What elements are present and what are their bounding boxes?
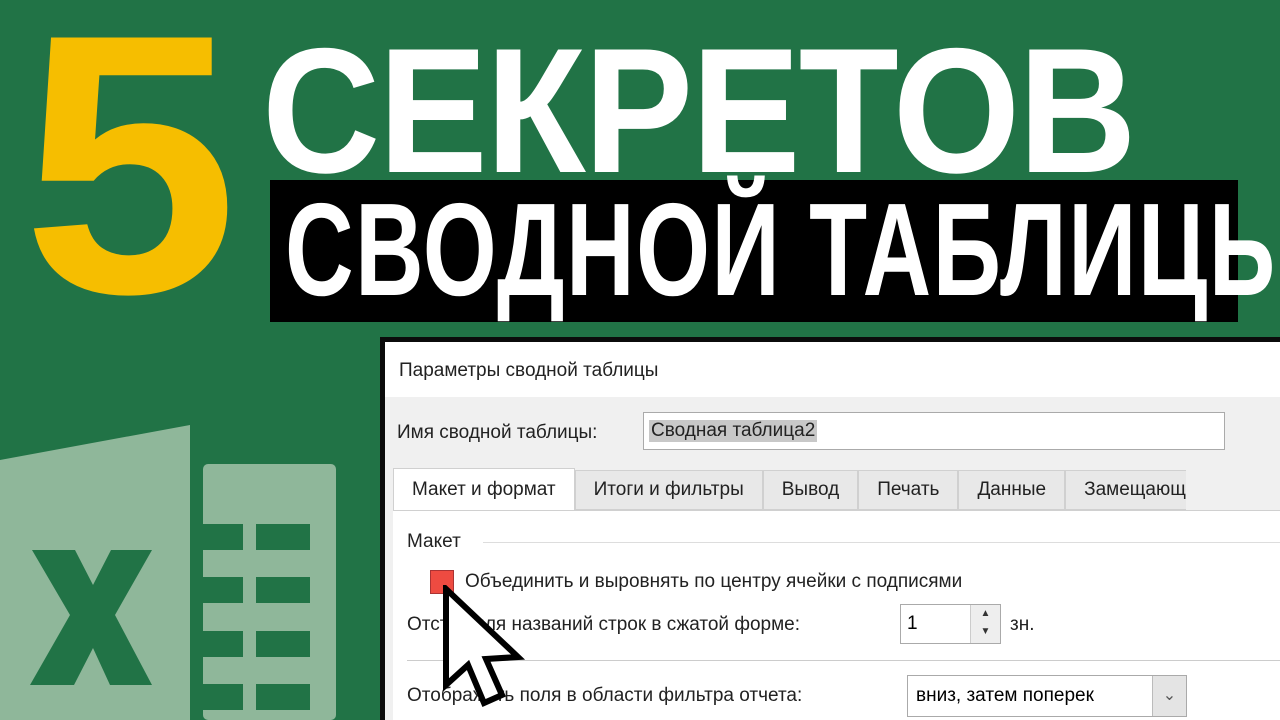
tab-layout-format[interactable]: Макет и формат (393, 468, 575, 512)
headline-line2: СВОДНОЙ ТАБЛИЦЫ (285, 176, 1280, 323)
indent-value: 1 (907, 613, 918, 634)
tab-alt-text[interactable]: Замещающ (1065, 470, 1186, 510)
headline-line1: СЕКРЕТОВ (262, 11, 1137, 210)
excel-logo-icon (0, 425, 336, 720)
spinner-arrows-icon[interactable]: ▲ ▼ (970, 605, 1000, 643)
mouse-cursor-icon (443, 585, 526, 707)
merge-checkbox-label: Объединить и выровнять по центру ячейки … (465, 571, 963, 592)
divider (407, 660, 1280, 661)
tab-bar: Макет и формат Итоги и фильтры Вывод Печ… (393, 468, 1186, 512)
tab-data[interactable]: Данные (958, 470, 1066, 510)
tab-totals-filters[interactable]: Итоги и фильтры (574, 470, 763, 510)
tab-printing[interactable]: Печать (858, 470, 959, 510)
pivot-name-input[interactable]: Сводная таблица2 (643, 412, 1225, 450)
indent-unit: зн. (1010, 614, 1035, 635)
group-divider (483, 542, 1280, 543)
indent-spinner[interactable]: 1 ▲ ▼ (900, 604, 1001, 644)
headline-number: 5 (22, 0, 239, 371)
filter-layout-value: вниз, затем поперек (916, 685, 1094, 706)
filter-layout-select[interactable]: вниз, затем поперек ⌄ (907, 675, 1187, 717)
name-label: Имя сводной таблицы: (397, 422, 598, 443)
group-label: Макет (407, 531, 461, 552)
chevron-down-icon[interactable]: ⌄ (1152, 676, 1186, 716)
tab-display[interactable]: Вывод (762, 470, 859, 510)
pivot-name-value: Сводная таблица2 (649, 420, 818, 442)
dialog-title: Параметры сводной таблицы (399, 360, 659, 381)
